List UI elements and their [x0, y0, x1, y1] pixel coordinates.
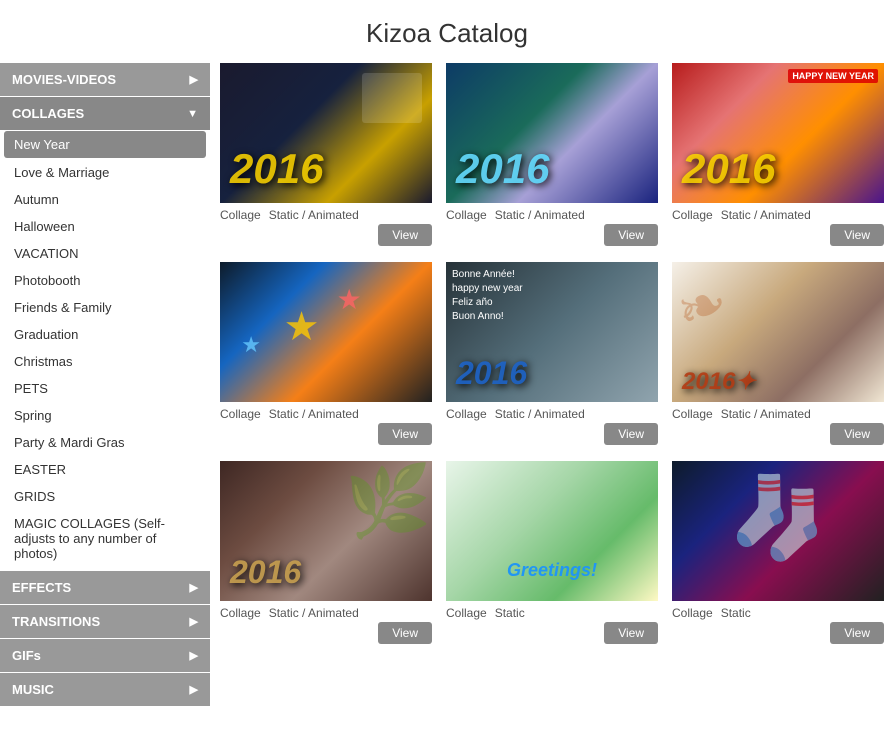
sidebar-item-graduation[interactable]: Graduation	[0, 321, 210, 348]
year-overlay: 2016	[230, 554, 301, 591]
sidebar-item-effects[interactable]: EFFECTS ▶	[0, 571, 210, 604]
collage-label: Collage	[672, 208, 713, 222]
collage-label: Collage	[220, 606, 261, 620]
view-button-6[interactable]: View	[830, 423, 884, 445]
chevron-right-icon: ▶	[190, 683, 198, 696]
collage-type: Static / Animated	[495, 208, 585, 222]
collage-type: Static / Animated	[269, 407, 359, 421]
collage-type: Static / Animated	[269, 208, 359, 222]
year-overlay: 2016✦	[682, 367, 756, 396]
view-button-2[interactable]: View	[604, 224, 658, 246]
collage-type: Static	[721, 606, 751, 620]
view-button-4[interactable]: View	[378, 423, 432, 445]
main-content: 2016 Collage Static / Animated View 2016	[210, 63, 894, 743]
collage-card-8: Greetings! Collage Static View	[446, 461, 658, 644]
collage-type: Static	[495, 606, 525, 620]
view-button-7[interactable]: View	[378, 622, 432, 644]
collage-card-3: HAPPY NEW YEAR 2016 Collage Static / Ani…	[672, 63, 884, 246]
sidebar-item-collages[interactable]: COLLAGES ▼	[0, 97, 210, 130]
collage-thumb-3: HAPPY NEW YEAR 2016	[672, 63, 884, 203]
collage-card-6: 2016✦ ❧ Collage Static / Animated View	[672, 262, 884, 445]
collage-label: Collage	[446, 208, 487, 222]
collage-thumb-9: 🧦	[672, 461, 884, 601]
sidebar-section-label: GIFs	[12, 648, 41, 663]
view-button-8[interactable]: View	[604, 622, 658, 644]
collage-label: Collage	[220, 407, 261, 421]
sidebar: MOVIES-VIDEOS ▶ COLLAGES ▼ New Year Love…	[0, 63, 210, 743]
view-button-1[interactable]: View	[378, 224, 432, 246]
collage-card-5: 2016 Bonne Année!happy new yearFeliz año…	[446, 262, 658, 445]
collage-label: Collage	[446, 407, 487, 421]
collage-label: Collage	[220, 208, 261, 222]
sidebar-section-label: TRANSITIONS	[12, 614, 100, 629]
sidebar-item-music[interactable]: MUSIC ▶	[0, 673, 210, 706]
collage-type: Static / Animated	[495, 407, 585, 421]
chevron-right-icon: ▶	[190, 649, 198, 662]
collage-label: Collage	[446, 606, 487, 620]
collage-card-9: 🧦 Collage Static View	[672, 461, 884, 644]
sidebar-item-party-mardi-gras[interactable]: Party & Mardi Gras	[0, 429, 210, 456]
sidebar-section-label: COLLAGES	[12, 106, 84, 121]
chevron-right-icon: ▶	[190, 615, 198, 628]
sidebar-item-friends-family[interactable]: Friends & Family	[0, 294, 210, 321]
sidebar-item-halloween[interactable]: Halloween	[0, 213, 210, 240]
sidebar-item-vacation[interactable]: VACATION	[0, 240, 210, 267]
collage-type: Static / Animated	[721, 208, 811, 222]
chevron-down-icon: ▼	[187, 108, 198, 120]
sidebar-item-movies-videos[interactable]: MOVIES-VIDEOS ▶	[0, 63, 210, 96]
year-overlay: 2016	[456, 145, 549, 193]
collage-card-2: 2016 Collage Static / Animated View	[446, 63, 658, 246]
greetings-overlay: Greetings!	[507, 560, 597, 581]
sidebar-item-photobooth[interactable]: Photobooth	[0, 267, 210, 294]
sidebar-item-love-marriage[interactable]: Love & Marriage	[0, 159, 210, 186]
sidebar-item-transitions[interactable]: TRANSITIONS ▶	[0, 605, 210, 638]
sidebar-item-magic-collages[interactable]: MAGIC COLLAGES (Self-adjusts to any numb…	[0, 510, 210, 567]
year-overlay: 2016	[230, 145, 323, 193]
collage-thumb-8: Greetings!	[446, 461, 658, 601]
collage-thumb-7: 2016 🌿	[220, 461, 432, 601]
hny-overlay: HAPPY NEW YEAR	[788, 69, 878, 83]
collage-thumb-2: 2016	[446, 63, 658, 203]
collage-type: Static / Animated	[721, 407, 811, 421]
sidebar-item-gifs[interactable]: GIFs ▶	[0, 639, 210, 672]
collage-card-4: ★ ★ ★ Collage Static / Animated View	[220, 262, 432, 445]
view-button-3[interactable]: View	[830, 224, 884, 246]
sidebar-item-christmas[interactable]: Christmas	[0, 348, 210, 375]
sidebar-item-autumn[interactable]: Autumn	[0, 186, 210, 213]
collage-label: Collage	[672, 606, 713, 620]
view-button-5[interactable]: View	[604, 423, 658, 445]
sidebar-section-label: MUSIC	[12, 682, 54, 697]
sidebar-item-spring[interactable]: Spring	[0, 402, 210, 429]
sidebar-item-pets[interactable]: PETS	[0, 375, 210, 402]
collage-card-7: 2016 🌿 Collage Static / Animated View	[220, 461, 432, 644]
collage-card-1: 2016 Collage Static / Animated View	[220, 63, 432, 246]
view-button-9[interactable]: View	[830, 622, 884, 644]
year-overlay: 2016	[456, 355, 527, 392]
collage-thumb-6: 2016✦ ❧	[672, 262, 884, 402]
sidebar-item-grids[interactable]: GRIDS	[0, 483, 210, 510]
sidebar-section-label: MOVIES-VIDEOS	[12, 72, 116, 87]
sidebar-item-new-year[interactable]: New Year	[4, 131, 206, 158]
sidebar-section-label: EFFECTS	[12, 580, 71, 595]
collage-type: Static / Animated	[269, 606, 359, 620]
collage-thumb-4: ★ ★ ★	[220, 262, 432, 402]
chevron-right-icon: ▶	[190, 581, 198, 594]
chevron-right-icon: ▶	[190, 73, 198, 86]
collage-thumb-1: 2016	[220, 63, 432, 203]
collage-label: Collage	[672, 407, 713, 421]
collage-grid: 2016 Collage Static / Animated View 2016	[220, 63, 884, 644]
sidebar-item-easter[interactable]: EASTER	[0, 456, 210, 483]
collage-thumb-5: 2016 Bonne Année!happy new yearFeliz año…	[446, 262, 658, 402]
year-overlay: 2016	[682, 145, 775, 193]
page-title: Kizoa Catalog	[0, 0, 894, 63]
